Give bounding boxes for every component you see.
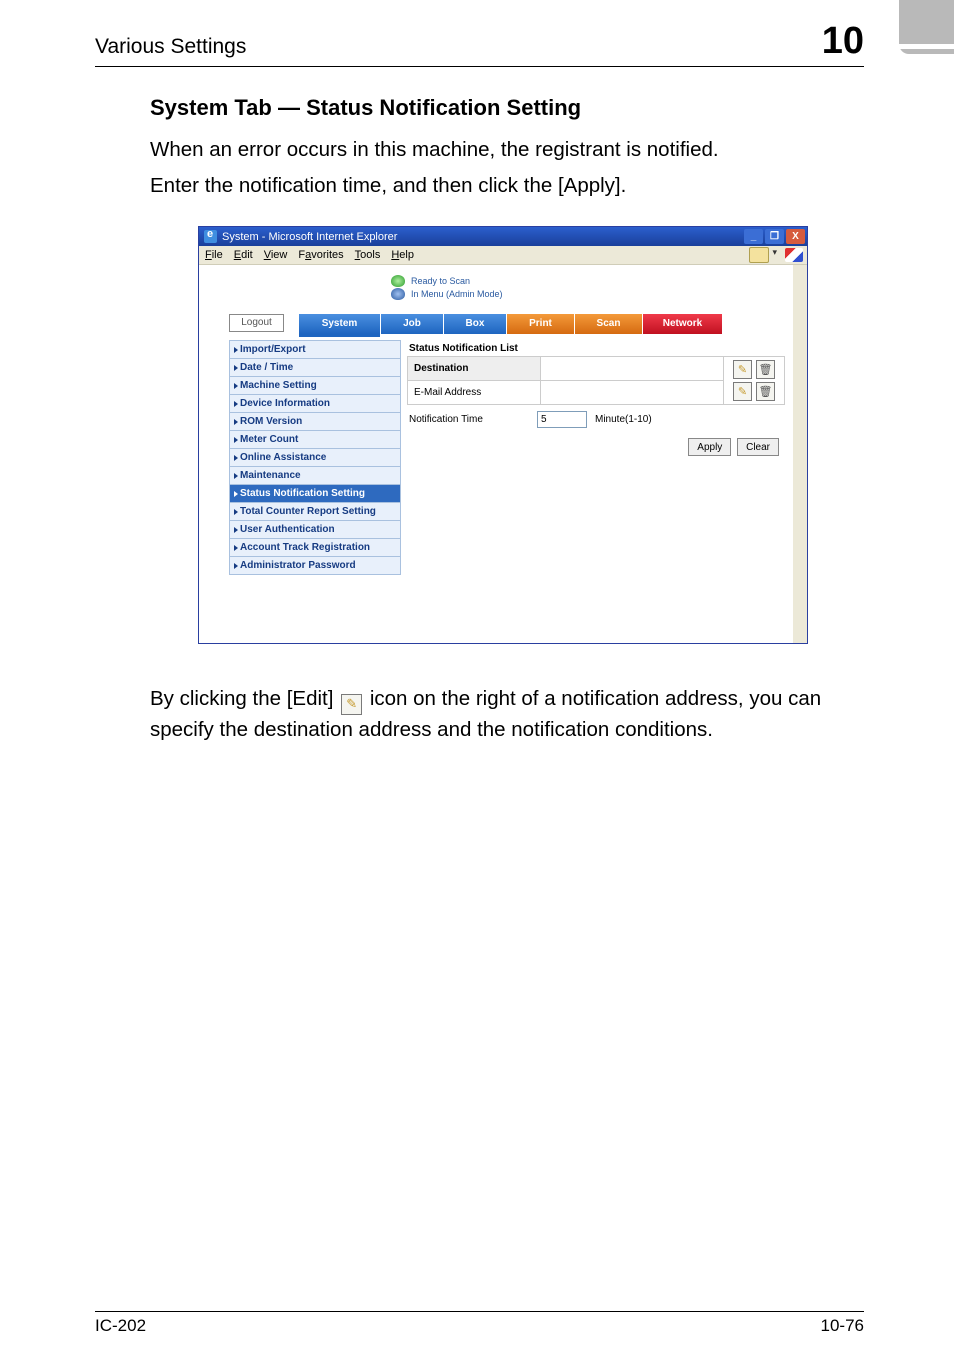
sidebar-item-label: Date / Time bbox=[240, 362, 293, 373]
sidebar-item-label: Maintenance bbox=[240, 470, 301, 481]
paragraph: Enter the notification time, and then cl… bbox=[150, 171, 856, 201]
delete-icon[interactable]: 🗑 bbox=[756, 382, 775, 401]
sidebar-item-label: Device Information bbox=[240, 398, 330, 409]
ie-icon bbox=[204, 230, 217, 243]
status-ready-text: Ready to Scan bbox=[411, 276, 470, 286]
sidebar-item[interactable]: Maintenance bbox=[229, 466, 401, 484]
paragraph: When an error occurs in this machine, th… bbox=[150, 135, 856, 165]
sidebar-item-label: Machine Setting bbox=[240, 380, 317, 391]
triangle-icon bbox=[234, 491, 238, 497]
running-header-title: Various Settings bbox=[95, 35, 246, 59]
notification-time-unit: Minute(1-10) bbox=[595, 414, 652, 425]
sidebar-item-label: Online Assistance bbox=[240, 452, 326, 463]
triangle-icon bbox=[234, 527, 238, 533]
sidebar-item-label: Account Track Registration bbox=[240, 542, 370, 553]
sidebar-item-label: Status Notification Setting bbox=[240, 488, 365, 499]
triangle-icon bbox=[234, 509, 238, 515]
email-address-label: E-Mail Address bbox=[408, 381, 541, 405]
tab-system[interactable]: System bbox=[299, 314, 381, 334]
triangle-icon bbox=[234, 383, 238, 389]
triangle-icon bbox=[234, 455, 238, 461]
sidebar-item-label: ROM Version bbox=[240, 416, 302, 427]
tab-job[interactable]: Job bbox=[381, 314, 444, 334]
triangle-icon bbox=[234, 347, 238, 353]
apply-button[interactable]: Apply bbox=[688, 438, 731, 456]
clear-button[interactable]: Clear bbox=[737, 438, 779, 456]
status-ready-icon bbox=[391, 275, 405, 287]
ie-flag-icon bbox=[785, 248, 803, 262]
delete-icon[interactable]: 🗑 bbox=[756, 360, 775, 379]
scrollbar-down-button[interactable]: ▾ bbox=[793, 629, 807, 643]
destination-value bbox=[541, 357, 724, 381]
triangle-icon bbox=[234, 437, 238, 443]
sidebar-item-label: Administrator Password bbox=[240, 560, 356, 571]
notification-time-input[interactable] bbox=[537, 411, 587, 428]
destination-header: Destination bbox=[408, 357, 541, 381]
sidebar-item-label: Total Counter Report Setting bbox=[240, 506, 376, 517]
edit-icon[interactable]: ✎ bbox=[733, 382, 752, 401]
triangle-icon bbox=[234, 473, 238, 479]
menu-edit[interactable]: Edit bbox=[234, 249, 253, 261]
sidebar-item-label: Meter Count bbox=[240, 434, 298, 445]
menu-view[interactable]: View bbox=[264, 249, 288, 261]
sidebar-item-label: User Authentication bbox=[240, 524, 335, 535]
sidebar-item[interactable]: Device Information bbox=[229, 394, 401, 412]
window-close-button[interactable]: X bbox=[786, 229, 805, 244]
running-header-chapter: 10 bbox=[822, 20, 864, 63]
triangle-icon bbox=[234, 365, 238, 371]
status-mode-icon bbox=[391, 288, 405, 300]
window-menubar: File Edit View Favorites Tools Help bbox=[199, 246, 807, 265]
window-titlebar: System - Microsoft Internet Explorer _ ❐… bbox=[199, 227, 807, 246]
window-title: System - Microsoft Internet Explorer bbox=[222, 231, 397, 243]
edit-icon: ✎ bbox=[341, 694, 362, 715]
tab-network[interactable]: Network bbox=[643, 314, 723, 334]
system-sidebar: Import/Export Date / Time Machine Setting D… bbox=[229, 340, 401, 575]
sidebar-item[interactable]: Status Notification Setting bbox=[229, 484, 401, 502]
sidebar-item[interactable]: User Authentication bbox=[229, 520, 401, 538]
footer-left: IC-202 bbox=[95, 1316, 146, 1336]
mainpane-title: Status Notification List bbox=[407, 340, 785, 356]
tab-box[interactable]: Box bbox=[444, 314, 507, 334]
footer-right: 10-76 bbox=[821, 1316, 864, 1336]
menu-tools[interactable]: Tools bbox=[355, 249, 381, 261]
embedded-screenshot: System - Microsoft Internet Explorer _ ❐… bbox=[198, 226, 808, 644]
page-tab-decoration bbox=[899, 0, 954, 54]
sidebar-item[interactable]: Date / Time bbox=[229, 358, 401, 376]
table-row: Destination ✎ 🗑 ✎ 🗑 bbox=[408, 357, 785, 381]
tab-scan[interactable]: Scan bbox=[575, 314, 643, 334]
notification-time-label: Notification Time bbox=[409, 414, 529, 425]
sidebar-item[interactable]: Administrator Password bbox=[229, 556, 401, 575]
triangle-icon bbox=[234, 563, 238, 569]
logout-button[interactable]: Logout bbox=[229, 314, 284, 332]
tab-print[interactable]: Print bbox=[507, 314, 575, 334]
sidebar-item[interactable]: Import/Export bbox=[229, 340, 401, 358]
sidebar-item[interactable]: Machine Setting bbox=[229, 376, 401, 394]
menu-help[interactable]: Help bbox=[391, 249, 414, 261]
sidebar-item[interactable]: ROM Version bbox=[229, 412, 401, 430]
menu-favorites[interactable]: Favorites bbox=[298, 249, 343, 261]
paragraph: By clicking the [Edit] ✎ icon on the rig… bbox=[150, 684, 856, 745]
text: By clicking the [Edit] bbox=[150, 687, 339, 710]
scrollbar-up-button[interactable]: ▴ bbox=[793, 265, 807, 279]
links-button-icon[interactable] bbox=[749, 247, 769, 263]
status-mode-text: In Menu (Admin Mode) bbox=[411, 289, 503, 299]
triangle-icon bbox=[234, 419, 238, 425]
triangle-icon bbox=[234, 401, 238, 407]
email-address-value bbox=[541, 381, 724, 405]
sidebar-item[interactable]: Total Counter Report Setting bbox=[229, 502, 401, 520]
edit-icon[interactable]: ✎ bbox=[733, 360, 752, 379]
menu-file[interactable]: File bbox=[205, 249, 223, 261]
window-maximize-button[interactable]: ❐ bbox=[765, 229, 784, 244]
section-heading: System Tab — Status Notification Setting bbox=[150, 95, 856, 121]
sidebar-item[interactable]: Meter Count bbox=[229, 430, 401, 448]
sidebar-item[interactable]: Account Track Registration bbox=[229, 538, 401, 556]
sidebar-item-label: Import/Export bbox=[240, 344, 306, 355]
triangle-icon bbox=[234, 545, 238, 551]
sidebar-item[interactable]: Online Assistance bbox=[229, 448, 401, 466]
window-minimize-button[interactable]: _ bbox=[744, 229, 763, 244]
